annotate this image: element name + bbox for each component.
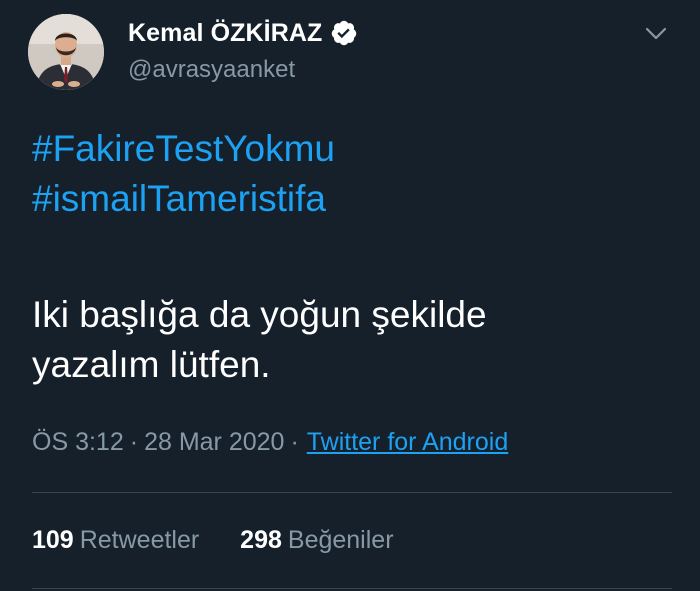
chevron-down-icon[interactable] bbox=[642, 20, 670, 48]
likes-stat[interactable]: 298 Beğeniler bbox=[240, 526, 393, 554]
tweet-text: Iki başlığa da yoğun şekilde yazalım lüt… bbox=[32, 290, 672, 390]
hashtag-link[interactable]: #ismailTameristifa bbox=[32, 174, 672, 224]
user-handle[interactable]: @avrasyaanket bbox=[128, 56, 358, 84]
tweet-date[interactable]: 28 Mar 2020 bbox=[144, 428, 284, 456]
hashtag-link[interactable]: #FakireTestYokmu bbox=[32, 124, 672, 174]
divider bbox=[32, 492, 672, 493]
retweets-count: 109 bbox=[32, 526, 74, 554]
tweet-meta: ÖS 3:12 · 28 Mar 2020 · Twitter for Android bbox=[32, 428, 508, 457]
tweet-detail: Kemal ÖZKİRAZ @avrasyaanket #FakireTestY… bbox=[0, 0, 700, 591]
retweets-label: Retweetler bbox=[79, 526, 200, 554]
tweet-stats: 109 Retweetler 298 Beğeniler bbox=[32, 526, 394, 555]
likes-count: 298 bbox=[240, 526, 282, 554]
tweet-header: Kemal ÖZKİRAZ @avrasyaanket bbox=[28, 14, 676, 94]
tweet-source-link[interactable]: Twitter for Android bbox=[307, 428, 508, 456]
retweets-stat[interactable]: 109 Retweetler bbox=[32, 526, 206, 554]
avatar-image bbox=[28, 14, 104, 90]
divider bbox=[32, 588, 672, 589]
tweet-text-line: yazalım lütfen. bbox=[32, 344, 271, 385]
likes-label: Beğeniler bbox=[287, 526, 394, 554]
tweet-text-line: Iki başlığa da yoğun şekilde bbox=[32, 294, 487, 335]
meta-separator: · bbox=[129, 428, 139, 456]
display-name[interactable]: Kemal ÖZKİRAZ bbox=[128, 19, 322, 48]
tweet-time[interactable]: ÖS 3:12 bbox=[32, 428, 124, 456]
name-row: Kemal ÖZKİRAZ bbox=[128, 16, 358, 50]
verified-badge-icon bbox=[330, 19, 358, 47]
avatar[interactable] bbox=[28, 14, 104, 90]
tweet-hashtags: #FakireTestYokmu #ismailTameristifa bbox=[32, 124, 672, 224]
user-info: Kemal ÖZKİRAZ @avrasyaanket bbox=[128, 16, 358, 84]
meta-separator: · bbox=[290, 428, 299, 456]
